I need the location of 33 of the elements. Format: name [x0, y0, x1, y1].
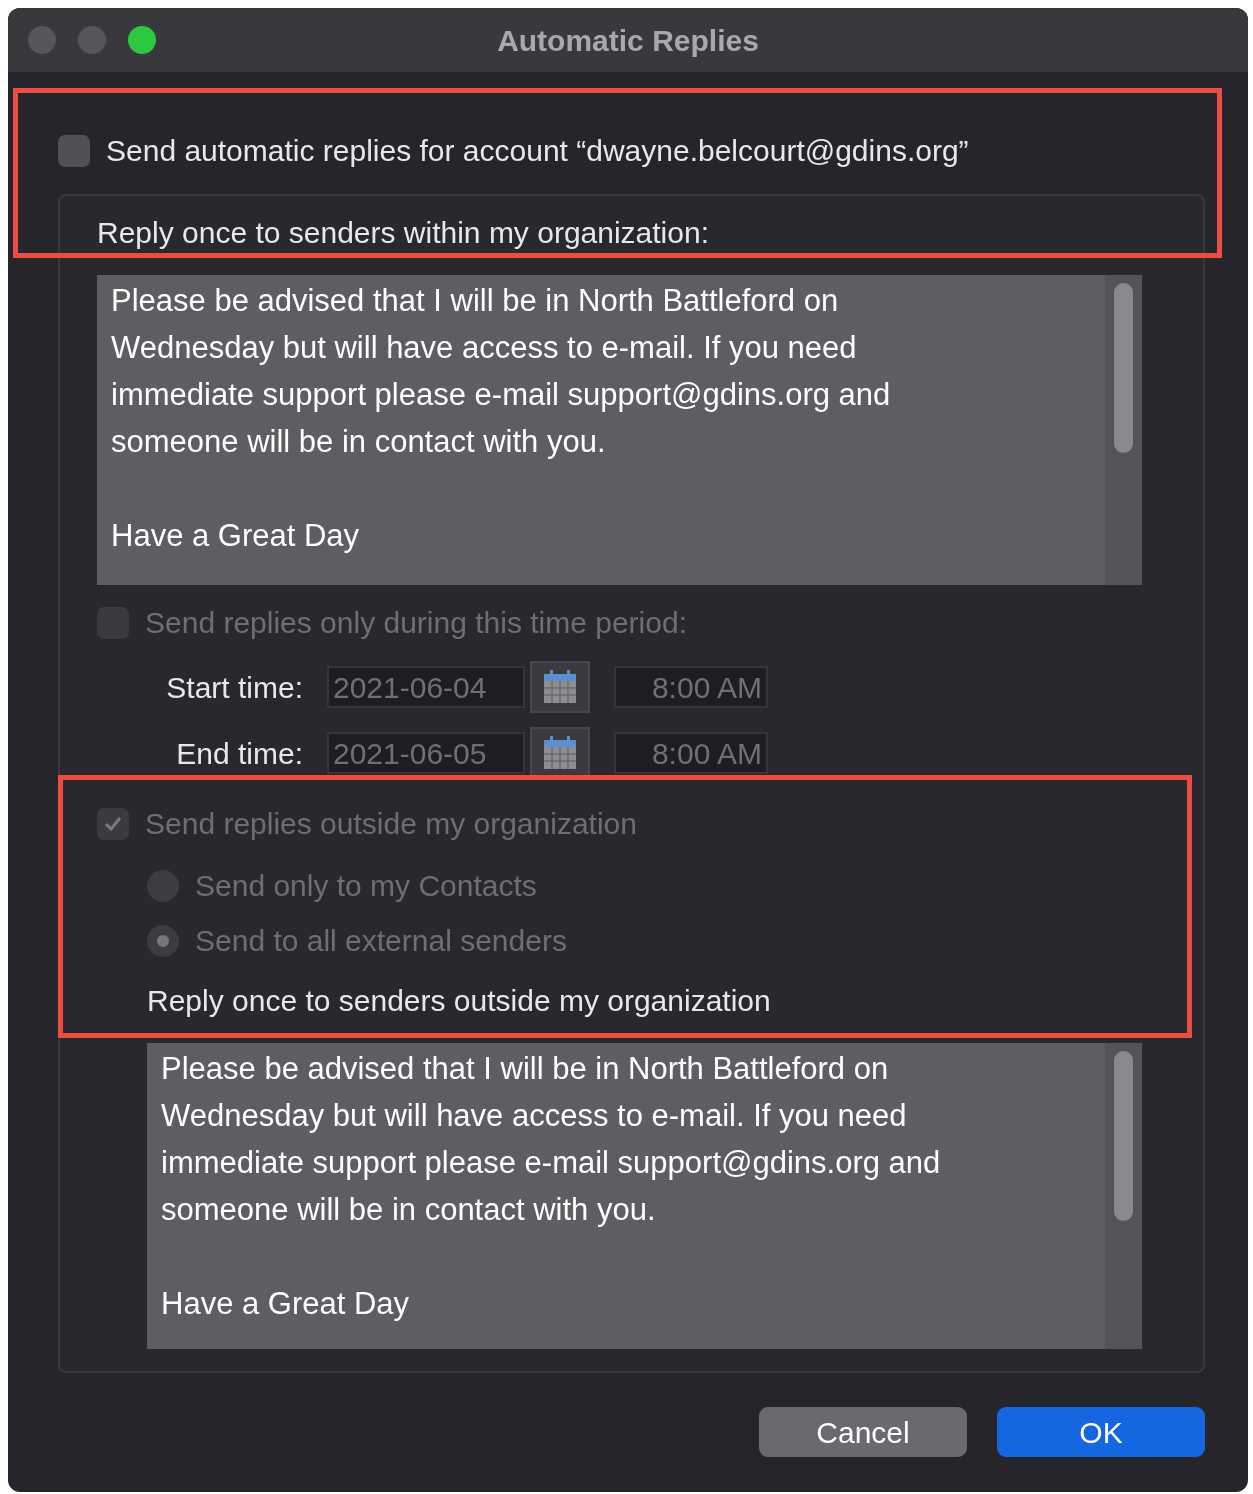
scrollbar[interactable]: [1105, 1043, 1142, 1349]
date-value: 2021-06-04: [333, 669, 487, 706]
message-field[interactable]: [97, 275, 1142, 585]
radio-label: Send to all external senders: [195, 923, 567, 959]
message-text: Please be advised that I will be in North Battleford on Wednesday but will have access to e-mail. If you need immediate support please e-mail support@gdins.org and someone will be in contact with you.: [161, 1050, 941, 1229]
calendar-icon: [541, 668, 579, 706]
window-title: Automatic Replies: [497, 22, 759, 59]
message-text: Please be advised that I will be in North Battleford on Wednesday but will have access to e-mail. If you need immediate support please e-mail support@gdins.org and someone will be in contact with you.: [111, 282, 891, 461]
section-label: Reply once to senders within my organization:: [97, 215, 709, 251]
checkbox-label: Send replies only during this time period:: [145, 605, 687, 641]
time-value: 8:00 AM: [651, 669, 762, 706]
checkbox[interactable]: [58, 134, 90, 167]
scrollbar-thumb[interactable]: [1114, 1051, 1133, 1221]
message-text: Have a Great Day: [111, 517, 360, 555]
time-value: 8:00 AM: [651, 735, 762, 772]
date-value: 2021-06-05: [333, 735, 487, 772]
checkbox-label: Send automatic replies for account “dwayne.belcourt@gdins.org”: [106, 133, 969, 169]
calendar-button[interactable]: [530, 661, 590, 713]
scrollbar-thumb[interactable]: [1114, 283, 1133, 453]
cancel-button[interactable]: Cancel: [759, 1407, 967, 1457]
checkbox-label: Send replies outside my organization: [145, 806, 637, 842]
zoom-button[interactable]: [128, 26, 156, 54]
calendar-icon: [541, 734, 579, 772]
message-text: Have a Great Day: [161, 1285, 410, 1323]
ok-button[interactable]: OK: [997, 1407, 1205, 1457]
close-button[interactable]: [28, 26, 56, 54]
section-label: Reply once to senders outside my organization: [147, 983, 771, 1019]
field-label: Start time:: [165, 669, 303, 706]
scrollbar[interactable]: [1105, 275, 1142, 585]
field-label: End time:: [175, 735, 303, 772]
minimize-button[interactable]: [78, 26, 106, 54]
message-field[interactable]: [147, 1043, 1142, 1349]
radio-label: Send only to my Contacts: [195, 868, 537, 904]
